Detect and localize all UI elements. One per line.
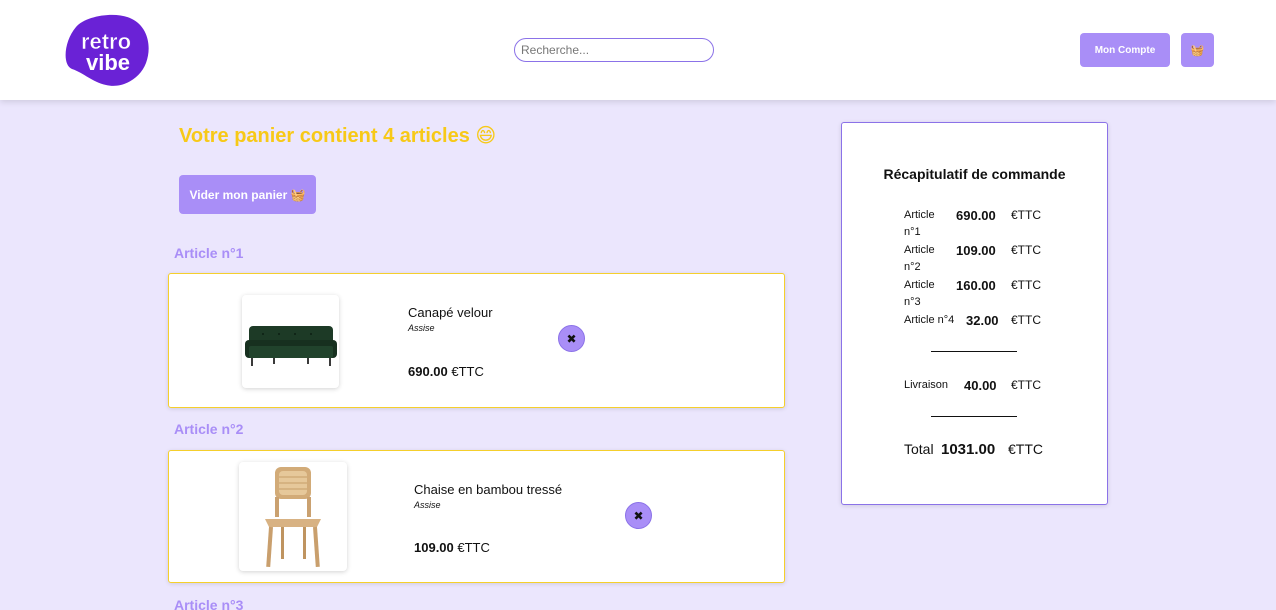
product-image-chair[interactable] — [239, 462, 347, 571]
article-heading-3: Article n°3 — [174, 597, 244, 610]
item-price: 690.00 €TTC — [408, 364, 484, 379]
total-currency: €TTC — [1008, 441, 1043, 457]
item-category: Assise — [408, 323, 435, 333]
summary-divider — [931, 351, 1017, 352]
remove-item-button[interactable]: ✖ — [558, 325, 585, 352]
article-heading-1: Article n°1 — [174, 245, 244, 261]
total-value: 1031.00 — [941, 441, 996, 458]
item-price-currency: €TTC — [457, 540, 490, 555]
summary-row-currency: €TTC — [1011, 313, 1041, 327]
chair-image — [265, 466, 321, 567]
total-label: Total — [904, 441, 934, 457]
item-price: 109.00 €TTC — [414, 540, 490, 555]
summary-row-value: 160.00 — [956, 278, 996, 293]
site-header: retro vibe Mon Compte 🧺 — [0, 0, 1276, 100]
delivery-currency: €TTC — [1011, 378, 1041, 392]
product-image-sofa[interactable] — [242, 295, 339, 388]
summary-row-currency: €TTC — [1011, 278, 1041, 292]
empty-cart-button[interactable]: Vider mon panier 🧺 — [179, 175, 316, 214]
summary-row-currency: €TTC — [1011, 243, 1041, 257]
my-account-button[interactable]: Mon Compte — [1080, 33, 1170, 67]
summary-row-label: Article n°1 — [904, 209, 935, 238]
item-price-value: 109.00 — [414, 540, 454, 555]
close-icon: ✖ — [566, 331, 577, 346]
summary-row-label: Article n°3 — [904, 279, 935, 308]
cart-button[interactable]: 🧺 — [1181, 33, 1214, 67]
item-name: Chaise en bambou tressé — [414, 482, 563, 497]
item-category: Assise — [414, 500, 441, 510]
order-summary: Récapitulatif de commande Article n°1 69… — [841, 122, 1108, 505]
basket-icon: 🧺 — [1190, 44, 1205, 57]
cart-title: Votre panier contient 4 articles 😄 — [179, 125, 497, 147]
item-price-currency: €TTC — [451, 364, 484, 379]
sofa-image — [244, 325, 337, 366]
delivery-value: 40.00 — [964, 378, 997, 393]
summary-row-value: 690.00 — [956, 208, 996, 223]
cart-item-card-2: Chaise en bambou tressé Assise 109.00 €T… — [168, 450, 785, 583]
cart-item-card-1: Canapé velour Assise 690.00 €TTC ✖ — [168, 273, 785, 408]
search-input[interactable] — [514, 38, 714, 62]
summary-row-currency: €TTC — [1011, 208, 1041, 222]
item-name: Canapé velour — [408, 305, 493, 320]
item-price-value: 690.00 — [408, 364, 448, 379]
summary-title: Récapitulatif de commande — [883, 166, 1066, 182]
svg-text:vibe: vibe — [86, 50, 130, 75]
logo-blob-icon: retro vibe — [65, 14, 149, 86]
close-icon: ✖ — [633, 508, 644, 523]
summary-row-value: 32.00 — [966, 313, 999, 328]
summary-row-value: 109.00 — [956, 243, 996, 258]
summary-row-label: Article n°2 — [904, 244, 935, 273]
remove-item-button[interactable]: ✖ — [625, 502, 652, 529]
article-heading-2: Article n°2 — [174, 421, 244, 437]
summary-divider — [931, 416, 1017, 417]
retro-vibe-logo[interactable]: retro vibe — [62, 13, 150, 89]
summary-row-label: Article n°4 — [904, 314, 955, 326]
